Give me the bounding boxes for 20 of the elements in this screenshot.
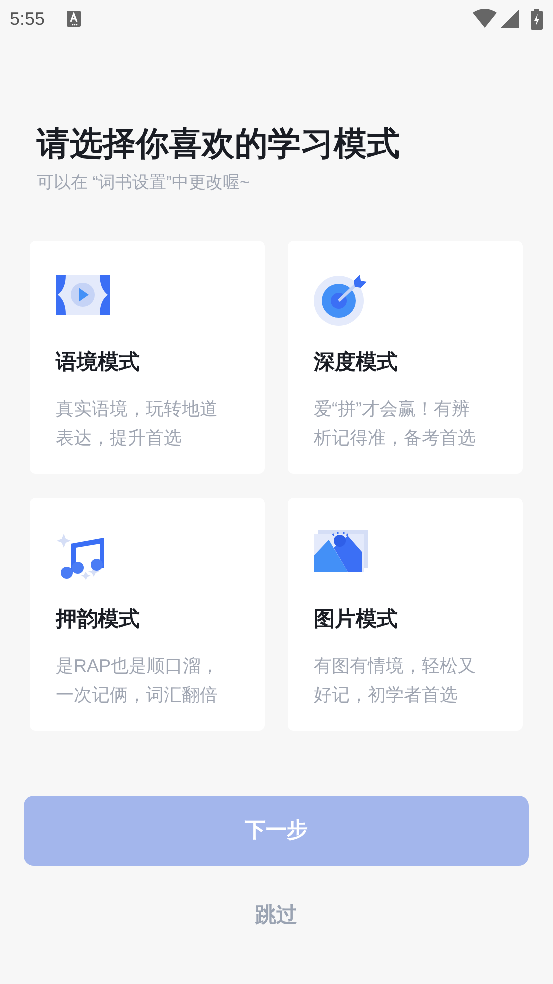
mode-card[interactable]: 深度模式 爱“拼”才会赢！有辨析记得准，备考首选 bbox=[288, 240, 523, 474]
mode-description: 是RAP也是顺口溜，一次记俩，词汇翻倍 bbox=[56, 655, 220, 707]
mode-description: 真实语境，玩转地道表达，提升首选 bbox=[56, 398, 219, 450]
status-time: 5:55 bbox=[10, 8, 46, 30]
mode-description: 爱“拼”才会赢！有辨析记得准，备考首选 bbox=[314, 398, 477, 450]
mode-title: 押韵模式 bbox=[56, 606, 141, 632]
page-title: 请选择你喜欢的学习模式 bbox=[37, 124, 401, 164]
keyboard-icon bbox=[67, 11, 82, 27]
mode-title: 语境模式 bbox=[56, 350, 141, 376]
mode-title: 深度模式 bbox=[314, 350, 399, 376]
page-subtitle: 可以在 “词书设置”中更改喔~ bbox=[37, 172, 251, 194]
mode-card[interactable]: 押韵模式 是RAP也是顺口溜，一次记俩，词汇翻倍 bbox=[30, 498, 265, 730]
mode-description: 有图有情境，轻松又好记，初学者首选 bbox=[314, 655, 477, 707]
mode-card[interactable]: 图片模式 有图有情境，轻松又好记，初学者首选 bbox=[288, 498, 523, 730]
mode-title: 图片模式 bbox=[314, 606, 399, 632]
signal-icon bbox=[501, 10, 519, 28]
wifi-icon bbox=[473, 9, 497, 29]
mode-card[interactable]: 语境模式 真实语境，玩转地道表达，提升首选 bbox=[30, 240, 265, 474]
battery-icon bbox=[531, 8, 543, 30]
target-icon bbox=[314, 272, 370, 326]
